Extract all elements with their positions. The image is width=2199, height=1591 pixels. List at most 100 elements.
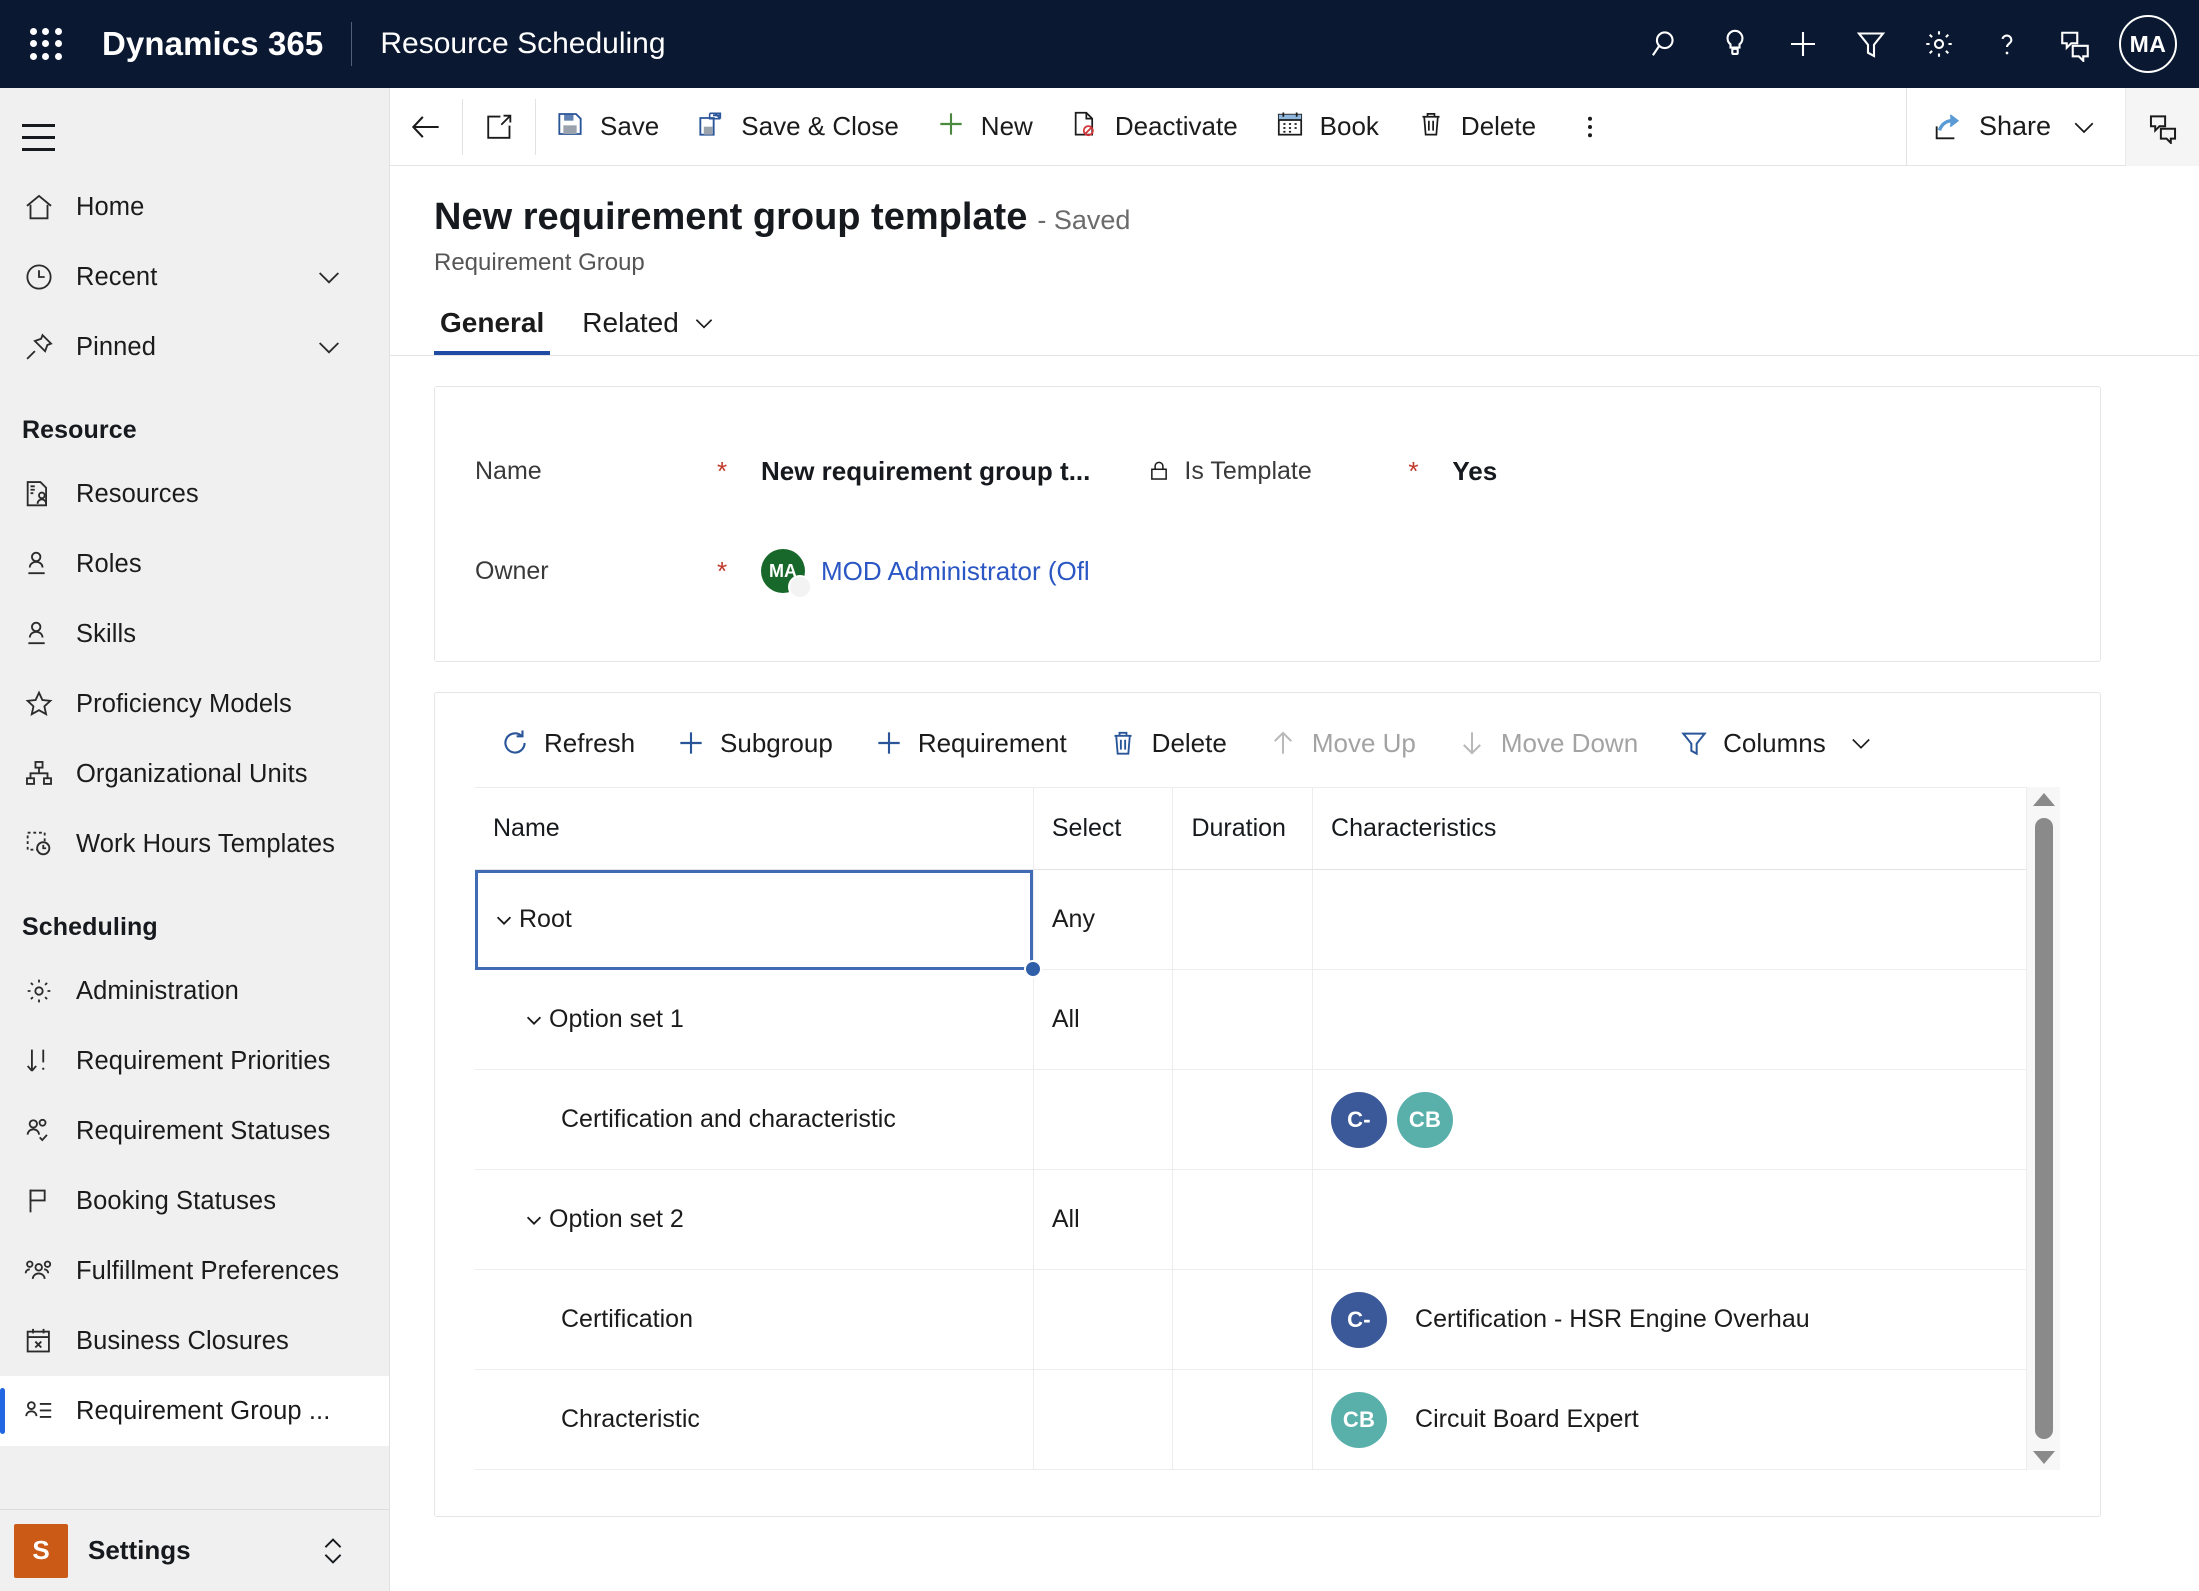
sidebar-item-roles[interactable]: Roles	[0, 529, 389, 599]
row-name-cell[interactable]: Root	[475, 869, 1042, 978]
brand-title[interactable]: Dynamics 365	[102, 25, 323, 63]
plus-icon[interactable]	[1769, 10, 1837, 78]
save-button[interactable]: Save	[536, 91, 677, 163]
more-vertical-icon[interactable]	[1554, 91, 1626, 163]
row-duration-cell[interactable]	[1172, 869, 1314, 970]
feedback-icon[interactable]	[2041, 10, 2109, 78]
scroll-down-arrow-icon[interactable]	[2032, 1451, 2055, 1464]
sidebar-item-organizational-units[interactable]: Organizational Units	[0, 739, 389, 809]
row-name-cell[interactable]: Option set 2	[475, 1169, 1034, 1270]
chevron-down-icon[interactable]	[523, 1009, 549, 1031]
tab-general[interactable]: General	[434, 303, 551, 355]
book-button[interactable]: Book	[1256, 91, 1397, 163]
row-characteristics-cell[interactable]	[1312, 969, 2026, 1070]
sidebar-item-fulfillment-preferences[interactable]: Fulfillment Preferences	[0, 1236, 389, 1306]
chevron-down-icon[interactable]	[691, 310, 717, 336]
save-and-close-button[interactable]: Save & Close	[677, 91, 917, 163]
sidebar-item-proficiency-models[interactable]: Proficiency Models	[0, 669, 389, 739]
scrollbar-thumb[interactable]	[2034, 818, 2053, 1439]
sidebar-item-business-closures[interactable]: Business Closures	[0, 1306, 389, 1376]
delete-button[interactable]: Delete	[1397, 91, 1554, 163]
row-select-cell[interactable]: Any	[1033, 869, 1174, 970]
settings-tile[interactable]: S	[14, 1523, 68, 1578]
row-name-cell[interactable]: Chracteristic	[475, 1369, 1034, 1470]
row-characteristics-cell[interactable]	[1312, 1169, 2026, 1270]
row-duration-cell[interactable]	[1172, 1269, 1314, 1370]
chevron-down-icon[interactable]	[493, 909, 519, 931]
row-name-cell[interactable]: Certification	[475, 1269, 1034, 1370]
open-in-new-window-icon[interactable]	[463, 91, 535, 163]
row-name-cell[interactable]: Certification and characteristic	[475, 1069, 1034, 1170]
move-up-button[interactable]: Move Up	[1247, 717, 1436, 769]
filter-icon[interactable]	[1837, 10, 1905, 78]
chevron-down-icon[interactable]	[313, 261, 345, 293]
table-row[interactable]: Certification C- Certification - HSR Eng…	[475, 1269, 2026, 1370]
sidebar-item-booking-statuses[interactable]: Booking Statuses	[0, 1166, 389, 1236]
gear-icon[interactable]	[1905, 10, 1973, 78]
row-duration-cell[interactable]	[1172, 969, 1314, 1070]
row-characteristics-cell[interactable]: C- Certification - HSR Engine Overhau	[1312, 1269, 2026, 1370]
row-characteristics-cell[interactable]: C- CB	[1312, 1069, 2026, 1170]
characteristic-chip[interactable]: CB	[1331, 1391, 1388, 1448]
app-name[interactable]: Resource Scheduling	[380, 27, 665, 61]
row-select-cell[interactable]	[1033, 1069, 1174, 1170]
deactivate-button[interactable]: Deactivate	[1051, 91, 1256, 163]
refresh-button[interactable]: Refresh	[479, 717, 655, 769]
sidebar-item-requirement-group-templates[interactable]: Requirement Group ...	[0, 1376, 389, 1446]
row-name-cell[interactable]: Option set 1	[475, 969, 1034, 1070]
new-button[interactable]: New	[917, 91, 1051, 163]
table-row[interactable]: Chracteristic CB Circuit Board Expert	[475, 1369, 2026, 1470]
chevron-down-icon[interactable]	[1847, 729, 1875, 757]
column-header-select[interactable]: Select	[1033, 788, 1174, 870]
chevron-down-icon[interactable]	[2069, 112, 2099, 142]
sidebar-item-requirement-priorities[interactable]: Requirement Priorities	[0, 1026, 389, 1096]
table-row[interactable]: Certification and characteristic C- CB	[475, 1069, 2026, 1170]
back-arrow-icon[interactable]	[390, 91, 462, 163]
share-button[interactable]: Share	[1905, 87, 2125, 166]
search-icon[interactable]	[1633, 10, 1701, 78]
assistant-panel-icon[interactable]	[2125, 87, 2199, 166]
row-duration-cell[interactable]	[1172, 1069, 1314, 1170]
tab-related[interactable]: Related	[576, 303, 723, 355]
sidebar-item-resources[interactable]: Resources	[0, 459, 389, 529]
scroll-up-arrow-icon[interactable]	[2032, 793, 2055, 806]
characteristic-chip[interactable]: C-	[1331, 1291, 1388, 1348]
add-requirement-button[interactable]: Requirement	[853, 717, 1087, 769]
sidebar-item-pinned[interactable]: Pinned	[0, 312, 389, 382]
move-down-button[interactable]: Move Down	[1436, 717, 1658, 769]
name-field-value[interactable]: New requirement group t...	[761, 456, 1090, 487]
table-row[interactable]: Option set 2 All	[475, 1169, 2026, 1270]
columns-button[interactable]: Columns	[1658, 717, 1895, 769]
add-subgroup-button[interactable]: Subgroup	[655, 717, 853, 769]
help-icon[interactable]	[1973, 10, 2041, 78]
row-select-cell[interactable]	[1033, 1269, 1174, 1370]
table-row[interactable]: Root Any	[475, 869, 2026, 978]
owner-value[interactable]: MA MOD Administrator (Ofl	[761, 549, 1090, 599]
selection-handle[interactable]	[1023, 960, 1042, 978]
settings-label[interactable]: Settings	[88, 1535, 191, 1566]
lightbulb-icon[interactable]	[1701, 10, 1769, 78]
chevron-down-icon[interactable]	[313, 331, 345, 363]
sidebar-item-requirement-statuses[interactable]: Requirement Statuses	[0, 1096, 389, 1166]
row-characteristics-cell[interactable]: CB Circuit Board Expert	[1312, 1369, 2026, 1470]
row-select-cell[interactable]: All	[1033, 969, 1174, 1070]
row-select-cell[interactable]: All	[1033, 1169, 1174, 1270]
avatar[interactable]: MA	[2119, 15, 2177, 73]
up-down-chevron-icon[interactable]	[317, 1532, 349, 1570]
row-characteristics-cell[interactable]	[1312, 869, 2026, 970]
sidebar-item-recent[interactable]: Recent	[0, 242, 389, 312]
sidebar-item-administration[interactable]: Administration	[0, 956, 389, 1026]
row-select-cell[interactable]	[1033, 1369, 1174, 1470]
sitemap-toggle-icon[interactable]	[22, 114, 72, 160]
sidebar-item-work-hours-templates[interactable]: Work Hours Templates	[0, 809, 389, 879]
sidebar-item-home[interactable]: Home	[0, 172, 389, 242]
column-header-characteristics[interactable]: Characteristics	[1312, 788, 2026, 870]
column-header-name[interactable]: Name	[475, 788, 1034, 870]
row-duration-cell[interactable]	[1172, 1369, 1314, 1470]
sidebar-item-skills[interactable]: Skills	[0, 599, 389, 669]
row-duration-cell[interactable]	[1172, 1169, 1314, 1270]
table-row[interactable]: Option set 1 All	[475, 969, 2026, 1070]
characteristic-chip[interactable]: C-	[1331, 1091, 1388, 1148]
grid-vertical-scrollbar[interactable]	[2026, 787, 2060, 1470]
chevron-down-icon[interactable]	[523, 1209, 549, 1231]
